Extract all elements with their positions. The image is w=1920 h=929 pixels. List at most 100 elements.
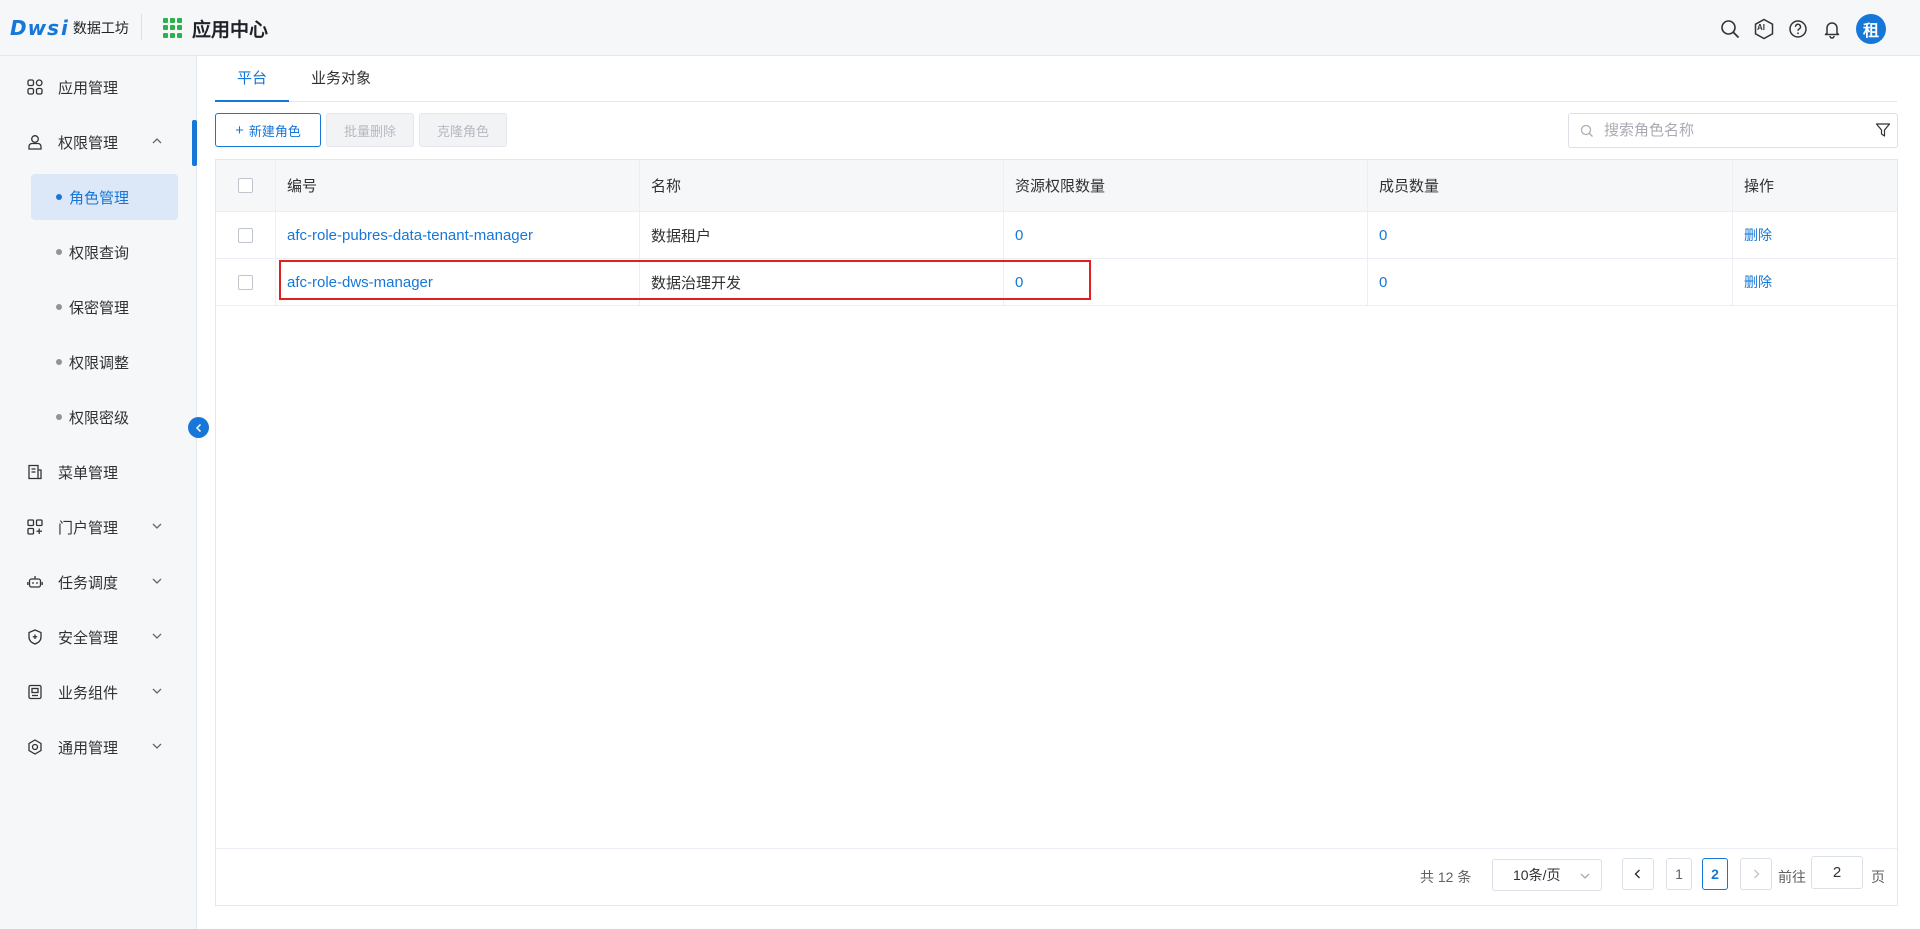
search-icon <box>1580 124 1594 138</box>
logo-brand-i: i <box>60 16 69 40</box>
bullet-dot-icon <box>56 359 62 365</box>
table-row: afc-role-dws-manager 数据治理开发 0 0 删除 <box>216 259 1897 306</box>
sidebar-subitem-label: 角色管理 <box>69 189 130 207</box>
roles-table: 编号 名称 资源权限数量 成员数量 操作 afc-role-pubres-dat… <box>215 159 1898 906</box>
portal-icon <box>26 518 44 536</box>
goto-unit: 页 <box>1871 869 1885 885</box>
sidebar-subitem-permission-query[interactable]: 权限查询 <box>31 229 178 275</box>
chevron-down-icon <box>150 684 164 698</box>
clone-role-button[interactable]: 克隆角色 <box>419 113 507 147</box>
page-2-button[interactable]: 2 <box>1702 858 1728 890</box>
help-icon[interactable] <box>1786 17 1810 41</box>
shield-icon <box>26 628 44 646</box>
new-role-button[interactable]: + 新建角色 <box>215 113 321 147</box>
menu-doc-icon <box>26 463 44 481</box>
row-checkbox[interactable] <box>238 227 253 243</box>
sidebar-item-menu-management[interactable]: 菜单管理 <box>0 449 197 495</box>
sidebar-item-task-scheduling[interactable]: 任务调度 <box>0 559 197 605</box>
resource-count-cell: 0 <box>1004 212 1368 258</box>
sidebar-item-label: 通用管理 <box>58 739 119 757</box>
prev-page-button[interactable] <box>1622 858 1654 890</box>
sidebar-item-app-management[interactable]: 应用管理 <box>0 64 197 110</box>
sidebar-item-label: 应用管理 <box>58 79 119 97</box>
column-header-member-count: 成员数量 <box>1368 160 1733 211</box>
sidebar-subitem-confidential-management[interactable]: 保密管理 <box>31 284 178 330</box>
chevron-down-icon <box>150 739 164 753</box>
column-header-resource-count: 资源权限数量 <box>1004 160 1368 211</box>
bullet-dot-icon <box>56 249 62 255</box>
sidebar-item-label: 权限管理 <box>58 134 119 152</box>
ai-label: AI <box>1757 23 1765 32</box>
select-all-checkbox[interactable] <box>238 178 253 193</box>
role-code-cell: afc-role-pubres-data-tenant-manager <box>276 212 640 258</box>
search-icon[interactable] <box>1718 17 1742 41</box>
tab-business-object[interactable]: 业务对象 <box>311 56 371 102</box>
component-icon <box>26 683 44 701</box>
page-size-select[interactable]: 10条/页 <box>1492 859 1602 891</box>
goto-label: 前往 <box>1778 869 1806 885</box>
pagination: 共 12 条 10条/页 1 2 前往 2 页 <box>216 848 1897 905</box>
chevron-left-icon <box>1634 869 1640 879</box>
tab-platform[interactable]: 平台 <box>237 56 267 102</box>
chevron-down-icon <box>150 629 164 643</box>
goto-page-input[interactable]: 2 <box>1811 856 1863 889</box>
actions-cell: 删除 <box>1733 259 1897 305</box>
app-center-title: 应用中心 <box>192 19 269 41</box>
logo-brand: Dws <box>10 16 60 40</box>
plus-icon: + <box>235 121 244 139</box>
sidebar-item-general-management[interactable]: 通用管理 <box>0 724 197 770</box>
chevron-down-icon <box>150 519 164 533</box>
chevron-right-icon <box>1754 869 1760 879</box>
delete-role-link[interactable]: 删除 <box>1744 272 1772 292</box>
sidebar-active-indicator <box>192 120 197 166</box>
user-avatar[interactable]: 租 <box>1856 14 1886 44</box>
filter-icon[interactable] <box>1875 122 1891 138</box>
sidebar: 应用管理 权限管理 角色管理 权限查询 保密管理 权限调整 权限密级 菜单管理 <box>0 56 197 929</box>
role-code-link[interactable]: afc-role-dws-manager <box>287 274 433 291</box>
user-icon <box>26 133 44 151</box>
member-count-link[interactable]: 0 <box>1379 227 1387 244</box>
member-count-link[interactable]: 0 <box>1379 274 1387 291</box>
role-search-input[interactable] <box>1604 122 1864 139</box>
member-count-cell: 0 <box>1368 212 1733 258</box>
sidebar-subitem-permission-adjust[interactable]: 权限调整 <box>31 339 178 385</box>
sidebar-subitem-permission-level[interactable]: 权限密级 <box>31 394 178 440</box>
logo[interactable]: Dws i 数据工坊 <box>10 14 129 42</box>
sidebar-subitem-label: 权限查询 <box>69 244 130 262</box>
column-header-name: 名称 <box>640 160 1004 211</box>
sidebar-item-permission-management[interactable]: 权限管理 <box>0 119 197 165</box>
sidebar-item-portal-management[interactable]: 门户管理 <box>0 504 197 550</box>
sidebar-subitem-label: 权限密级 <box>69 409 130 427</box>
page-1-button[interactable]: 1 <box>1666 858 1692 890</box>
next-page-button[interactable] <box>1740 858 1772 890</box>
delete-role-link[interactable]: 删除 <box>1744 225 1772 245</box>
table-header-row: 编号 名称 资源权限数量 成员数量 操作 <box>216 160 1897 212</box>
header-actions: AI 租 <box>1708 14 1886 44</box>
resource-count-link[interactable]: 0 <box>1015 274 1023 291</box>
sidebar-item-label: 菜单管理 <box>58 464 119 482</box>
role-code-link[interactable]: afc-role-pubres-data-tenant-manager <box>287 227 533 244</box>
sidebar-item-label: 安全管理 <box>58 629 119 647</box>
logo-subtitle: 数据工坊 <box>72 20 129 36</box>
sidebar-subitem-label: 权限调整 <box>69 354 130 372</box>
sidebar-item-business-components[interactable]: 业务组件 <box>0 669 197 715</box>
notification-bell-icon[interactable] <box>1820 17 1844 41</box>
apps-icon <box>26 78 44 96</box>
role-search-box <box>1568 113 1898 148</box>
role-code-cell: afc-role-dws-manager <box>276 259 640 305</box>
batch-delete-button[interactable]: 批量删除 <box>326 113 414 147</box>
chevron-down-icon <box>1579 869 1591 885</box>
resource-count-link[interactable]: 0 <box>1015 227 1023 244</box>
role-name-cell: 数据治理开发 <box>640 259 1004 305</box>
robot-icon <box>26 573 44 591</box>
pagination-total: 共 12 条 <box>1420 869 1472 885</box>
sidebar-item-security-management[interactable]: 安全管理 <box>0 614 197 660</box>
bullet-dot-icon <box>56 304 62 310</box>
app-center[interactable]: 应用中心 <box>163 14 268 42</box>
row-checkbox[interactable] <box>238 274 253 290</box>
member-count-cell: 0 <box>1368 259 1733 305</box>
role-name-cell: 数据租户 <box>640 212 1004 258</box>
sidebar-collapse-button[interactable] <box>188 417 209 438</box>
ai-assistant-icon[interactable]: AI <box>1752 17 1776 41</box>
sidebar-subitem-role-management[interactable]: 角色管理 <box>31 174 178 220</box>
